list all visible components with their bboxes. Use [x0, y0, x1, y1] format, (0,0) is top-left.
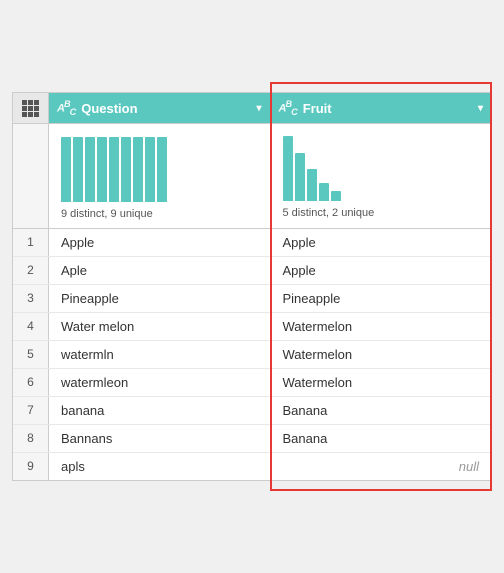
- question-header-label: Question: [81, 101, 250, 116]
- bar: [61, 137, 71, 202]
- question-column-header[interactable]: ABC Question ▾: [49, 93, 271, 123]
- fruit-cell: Apple: [271, 229, 492, 256]
- question-cell: Pineapple: [49, 285, 271, 312]
- table-row: 6watermleonWatermelon: [13, 369, 491, 397]
- question-bars: [61, 132, 167, 202]
- table-row: 4Water melonWatermelon: [13, 313, 491, 341]
- row-number: 9: [13, 453, 49, 480]
- row-number: 4: [13, 313, 49, 340]
- fruit-header-label: Fruit: [303, 101, 472, 116]
- row-number: 1: [13, 229, 49, 256]
- bar: [109, 137, 119, 202]
- row-number: 6: [13, 369, 49, 396]
- table-container: ABC Question ▾ ABC Fruit ▾ 9 distinct, 9…: [12, 92, 492, 481]
- table-row: 9apls null: [13, 453, 491, 480]
- bar: [145, 137, 155, 202]
- grid-icon: [22, 100, 39, 117]
- table-row: 1AppleApple: [13, 229, 491, 257]
- row-number-header: [13, 93, 49, 123]
- bar: [73, 137, 83, 202]
- fruit-dropdown-arrow[interactable]: ▾: [478, 103, 483, 114]
- row-number: 5: [13, 341, 49, 368]
- fruit-cell: Pineapple: [271, 285, 492, 312]
- bar: [121, 137, 131, 202]
- question-cell: watermln: [49, 341, 271, 368]
- question-chart-label: 9 distinct, 9 unique: [61, 208, 153, 220]
- abc-icon-question: ABC: [57, 99, 75, 117]
- row-number: 7: [13, 397, 49, 424]
- fruit-cell: Apple: [271, 257, 492, 284]
- bar: [319, 183, 329, 201]
- question-dropdown-arrow[interactable]: ▾: [256, 103, 261, 114]
- question-chart-cell: 9 distinct, 9 unique: [49, 124, 272, 228]
- chart-row-num: [13, 124, 49, 228]
- bar: [133, 137, 143, 202]
- question-cell: apls: [49, 453, 271, 480]
- table-row: 8BannansBanana: [13, 425, 491, 453]
- fruit-cell: Banana: [271, 425, 492, 452]
- fruit-chart-cell: 5 distinct, 2 unique: [271, 123, 493, 229]
- fruit-cell: Watermelon: [271, 313, 492, 340]
- bar: [283, 136, 293, 201]
- data-rows-container: 1AppleApple2ApleApple3PineapplePineapple…: [13, 229, 491, 480]
- fruit-bars: [283, 131, 341, 201]
- table-row: 5watermlnWatermelon: [13, 341, 491, 369]
- bar: [295, 153, 305, 201]
- table-row: 2ApleApple: [13, 257, 491, 285]
- question-cell: banana: [49, 397, 271, 424]
- question-cell: Apple: [49, 229, 271, 256]
- table-row: 3PineapplePineapple: [13, 285, 491, 313]
- header-row: ABC Question ▾ ABC Fruit ▾: [13, 93, 491, 124]
- fruit-cell: null: [271, 453, 492, 480]
- row-number: 2: [13, 257, 49, 284]
- row-number: 3: [13, 285, 49, 312]
- question-cell: watermleon: [49, 369, 271, 396]
- bar: [85, 137, 95, 202]
- fruit-cell: Banana: [271, 397, 492, 424]
- fruit-cell: Watermelon: [271, 341, 492, 368]
- question-cell: Bannans: [49, 425, 271, 452]
- row-number: 8: [13, 425, 49, 452]
- bar: [331, 191, 341, 201]
- fruit-column-header[interactable]: ABC Fruit ▾: [271, 93, 492, 123]
- question-cell: Water melon: [49, 313, 271, 340]
- null-value: null: [283, 459, 480, 474]
- fruit-chart-label: 5 distinct, 2 unique: [283, 207, 375, 219]
- table-row: 7bananaBanana: [13, 397, 491, 425]
- question-cell: Aple: [49, 257, 271, 284]
- chart-row: 9 distinct, 9 unique 5 distinct, 2 uniqu…: [13, 124, 491, 229]
- data-table: ABC Question ▾ ABC Fruit ▾ 9 distinct, 9…: [12, 82, 492, 491]
- bar: [157, 137, 167, 202]
- bar: [97, 137, 107, 202]
- abc-icon-fruit: ABC: [279, 99, 297, 117]
- fruit-cell: Watermelon: [271, 369, 492, 396]
- bar: [307, 169, 317, 201]
